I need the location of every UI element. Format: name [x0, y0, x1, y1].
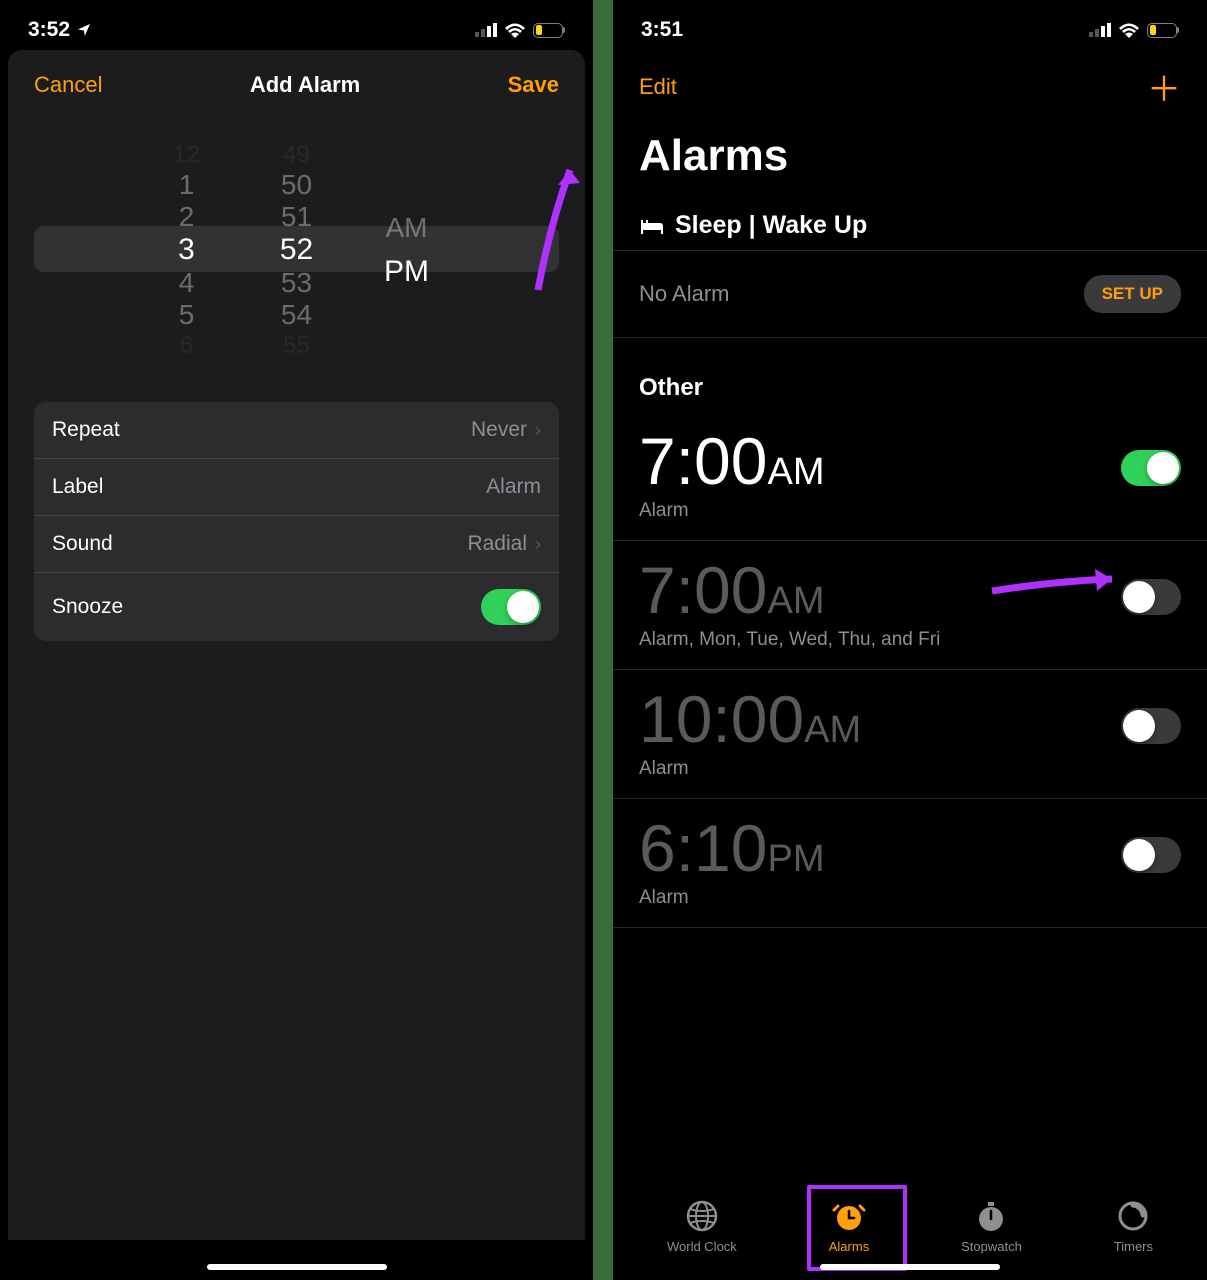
cancel-button[interactable]: Cancel	[34, 72, 102, 98]
alarm-toggle[interactable]	[1121, 837, 1181, 873]
alarm-row[interactable]: 6:10PM Alarm	[613, 799, 1207, 928]
chevron-right-icon: ›	[535, 420, 541, 441]
setup-button[interactable]: SET UP	[1084, 275, 1181, 313]
sound-row[interactable]: Sound Radial›	[34, 516, 559, 573]
phone-right-alarms-list: 3:51 17 Edit ＋ Alarms Sleep | Wake Up No…	[613, 0, 1207, 1280]
other-section-header: Other	[613, 338, 1207, 412]
alarm-toggle[interactable]	[1121, 579, 1181, 615]
home-indicator[interactable]	[207, 1264, 387, 1270]
alarm-toggle[interactable]	[1121, 450, 1181, 486]
location-icon	[76, 22, 92, 38]
annotation-arrow-toggle	[987, 561, 1127, 601]
alarm-label: Alarm	[639, 887, 824, 909]
signal-icon	[475, 23, 497, 37]
snooze-row: Snooze	[34, 573, 559, 641]
edit-button[interactable]: Edit	[639, 74, 677, 100]
battery-icon: 17	[1147, 23, 1179, 38]
chevron-right-icon: ›	[535, 534, 541, 555]
battery-icon: 16	[533, 23, 565, 38]
wifi-icon	[1118, 22, 1140, 38]
alarm-row[interactable]: 7:00AM Alarm, Mon, Tue, Wed, Thu, and Fr…	[613, 541, 1207, 670]
sheet-title: Add Alarm	[250, 72, 360, 98]
alarm-label: Alarm	[639, 500, 824, 522]
no-alarm-row: No Alarm SET UP	[613, 251, 1207, 338]
tab-world-clock[interactable]: World Clock	[657, 1193, 747, 1260]
ampm-picker[interactable]: AM PM	[367, 140, 447, 360]
tab-alarms[interactable]: Alarms	[819, 1193, 879, 1260]
signal-icon	[1089, 23, 1111, 37]
home-indicator[interactable]	[820, 1264, 1000, 1270]
hour-picker[interactable]: 12 1 2 3 4 5 6	[147, 140, 227, 360]
sound-label: Sound	[52, 532, 113, 556]
save-button[interactable]: Save	[508, 72, 559, 98]
repeat-label: Repeat	[52, 418, 120, 442]
snooze-label: Snooze	[52, 595, 123, 619]
minute-picker[interactable]: 49 50 51 52 53 54 55	[257, 140, 337, 360]
alarm-label: Alarm	[639, 758, 861, 780]
settings-group: Repeat Never› Label Alarm Sound Radial› …	[34, 402, 559, 641]
no-alarm-text: No Alarm	[639, 281, 729, 307]
tab-bar: World Clock Alarms Stopwatch Ti	[613, 1183, 1207, 1260]
label-label: Label	[52, 475, 103, 499]
stopwatch-icon	[974, 1199, 1008, 1233]
annotation-highlight-alarms-tab	[807, 1185, 907, 1271]
alarm-label: Alarm, Mon, Tue, Wed, Thu, and Fri	[639, 629, 940, 651]
add-alarm-button[interactable]: ＋	[1147, 62, 1181, 111]
status-time: 3:52	[28, 18, 70, 42]
globe-icon	[685, 1199, 719, 1233]
alarm-row[interactable]: 7:00AM Alarm	[613, 412, 1207, 541]
sleep-section-header: Sleep | Wake Up	[613, 199, 1207, 251]
status-bar: 3:51 17	[613, 0, 1207, 50]
tab-timers[interactable]: Timers	[1104, 1193, 1163, 1260]
bed-icon	[639, 216, 665, 236]
repeat-row[interactable]: Repeat Never›	[34, 402, 559, 459]
label-row[interactable]: Label Alarm	[34, 459, 559, 516]
wifi-icon	[504, 22, 526, 38]
snooze-toggle[interactable]	[481, 589, 541, 625]
add-alarm-sheet: Cancel Add Alarm Save 12 1 2 3 4 5 6 49 …	[8, 50, 585, 1240]
alarm-row[interactable]: 10:00AM Alarm	[613, 670, 1207, 799]
alarm-toggle[interactable]	[1121, 708, 1181, 744]
status-bar: 3:52 16	[0, 0, 593, 50]
timer-icon	[1116, 1199, 1150, 1233]
page-title: Alarms	[613, 123, 1207, 199]
phone-left-add-alarm: 3:52 16 Cancel Add Alarm Save	[0, 0, 593, 1280]
tab-stopwatch[interactable]: Stopwatch	[951, 1193, 1032, 1260]
status-time: 3:51	[641, 18, 683, 42]
time-picker[interactable]: 12 1 2 3 4 5 6 49 50 51 52 53 54 55 AM P…	[8, 120, 585, 390]
